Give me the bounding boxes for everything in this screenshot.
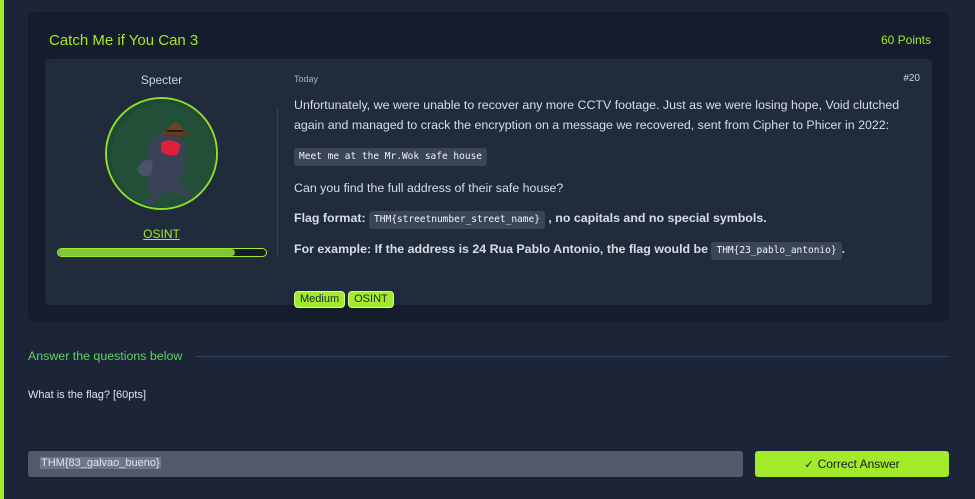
message-code: Meet me at the Mr.Wok safe house [294, 148, 488, 166]
author-name[interactable]: Specter [45, 73, 278, 87]
flag-format-line: Flag format: THM{streetnumber_street_nam… [294, 208, 919, 229]
task-points: 60 Points [880, 33, 931, 47]
post-question-text: Can you find the full address of their s… [294, 181, 564, 195]
submit-answer-button[interactable]: ✓ Correct Answer [755, 451, 949, 477]
tag-difficulty[interactable]: Medium [294, 291, 346, 308]
task-post: Specter OSINT Today #20 Unfortunately, w… [45, 59, 932, 308]
flag-format-suffix: , no capitals and no special symbols. [548, 211, 767, 225]
post-paragraph-intro: Unfortunately, we were unable to recover… [294, 98, 900, 132]
flag-format-label: Flag format: [294, 211, 366, 225]
post-date: Today [294, 74, 319, 84]
author-progress-bar [57, 248, 267, 257]
answers-heading: Answer the questions below [28, 349, 183, 363]
author-avatar[interactable] [105, 97, 218, 210]
task-card: Catch Me if You Can 3 60 Points Specter [28, 12, 949, 322]
submit-answer-label: Correct Answer [817, 457, 900, 471]
question-text: What is the flag? [60pts] [28, 389, 147, 401]
example-label: For example: If the address is 24 Rua Pa… [294, 242, 709, 256]
task-title[interactable]: Catch Me if You Can 3 [49, 32, 198, 49]
author-progress-fill [58, 249, 235, 256]
example-code: THM{23_pablo_antonio} [711, 242, 842, 260]
avatar-thief-icon [107, 99, 216, 208]
author-tag[interactable]: OSINT [45, 227, 278, 241]
tag-osint[interactable]: OSINT [348, 291, 394, 308]
answers-divider [196, 356, 949, 357]
post-number: #20 [903, 73, 920, 84]
post-body: Unfortunately, we were unable to recover… [294, 95, 919, 270]
answer-input-value: THM{83_galvao_bueno} [40, 457, 161, 469]
post-divider [277, 107, 278, 257]
check-icon: ✓ [804, 459, 814, 471]
page: Catch Me if You Can 3 60 Points Specter [0, 0, 975, 499]
example-line: For example: If the address is 24 Rua Pa… [294, 239, 919, 260]
flag-format-code: THM{streetnumber_street_name} [369, 211, 545, 229]
post-tags: Medium OSINT [294, 289, 397, 308]
message-code-block: Meet me at the Mr.Wok safe house [294, 145, 919, 166]
example-suffix: . [841, 242, 846, 256]
left-accent-bar [0, 0, 4, 499]
